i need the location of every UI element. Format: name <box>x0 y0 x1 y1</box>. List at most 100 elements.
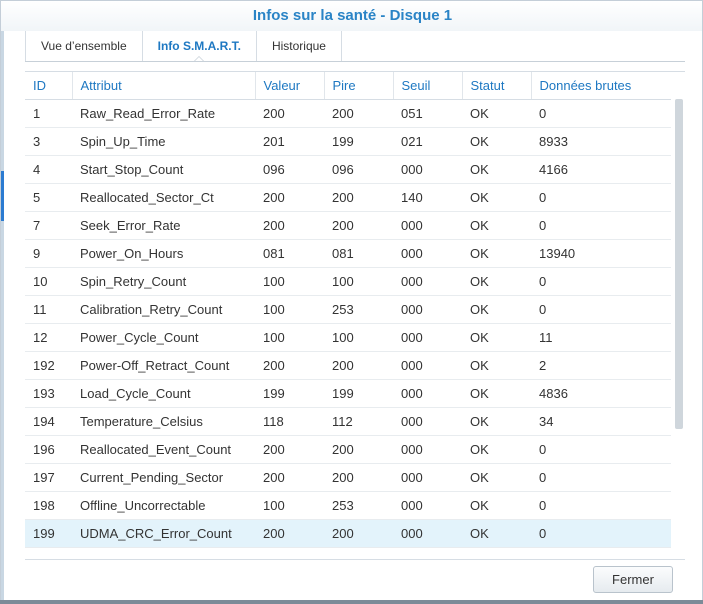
cell-value: 200 <box>255 211 324 240</box>
cell-worst: 200 <box>324 463 393 492</box>
cell-threshold: 000 <box>393 211 462 240</box>
table-row[interactable]: 3 Spin_Up_Time 201 199 021 OK 8933 <box>25 127 671 156</box>
cell-value: 081 <box>255 239 324 268</box>
cell-id: 192 <box>25 351 72 380</box>
table-row[interactable]: 197 Current_Pending_Sector 200 200 000 OK 0 <box>25 463 671 492</box>
cell-attribute: Power-Off_Retract_Count <box>72 351 255 380</box>
cell-status: OK <box>462 99 531 128</box>
cell-threshold: 000 <box>393 323 462 352</box>
table-row[interactable]: 196 Reallocated_Event_Count 200 200 000 OK 0 <box>25 435 671 464</box>
cell-id: 9 <box>25 239 72 268</box>
smart-attributes-table: ID Attribut Valeur Pire Seuil Statut Don… <box>25 72 671 548</box>
cell-attribute: Seek_Error_Rate <box>72 211 255 240</box>
cell-raw-data: 0 <box>531 99 671 128</box>
cell-worst: 253 <box>324 295 393 324</box>
cell-attribute: Current_Pending_Sector <box>72 463 255 492</box>
cell-value: 199 <box>255 379 324 408</box>
cell-attribute: Start_Stop_Count <box>72 155 255 184</box>
tab-bar: Vue d’ensemble Info S.M.A.R.T. Historiqu… <box>25 31 342 62</box>
close-button[interactable]: Fermer <box>593 566 673 593</box>
tab-label: Vue d’ensemble <box>41 39 127 53</box>
table-row[interactable]: 1 Raw_Read_Error_Rate 200 200 051 OK 0 <box>25 99 671 128</box>
cell-threshold: 000 <box>393 155 462 184</box>
column-header-status[interactable]: Statut <box>462 72 532 100</box>
cell-threshold: 000 <box>393 351 462 380</box>
cell-value: 118 <box>255 407 324 436</box>
table-row[interactable]: 12 Power_Cycle_Count 100 100 000 OK 11 <box>25 323 671 352</box>
cell-id: 10 <box>25 267 72 296</box>
tab-label: Historique <box>271 39 326 53</box>
cell-id: 11 <box>25 295 72 324</box>
cell-id: 5 <box>25 183 72 212</box>
table-row[interactable]: 193 Load_Cycle_Count 199 199 000 OK 4836 <box>25 379 671 408</box>
cell-worst: 096 <box>324 155 393 184</box>
cell-raw-data: 0 <box>531 491 671 520</box>
column-header-attribute[interactable]: Attribut <box>72 72 256 100</box>
table-row[interactable]: 192 Power-Off_Retract_Count 200 200 000 OK 2 <box>25 351 671 380</box>
tab-history[interactable]: Historique <box>257 31 342 61</box>
dialog-title: Infos sur la santé - Disque 1 <box>252 7 453 24</box>
cell-value: 200 <box>255 435 324 464</box>
health-info-dialog: Infos sur la santé - Disque 1 Vue d’ense… <box>0 0 703 604</box>
cell-attribute: Load_Cycle_Count <box>72 379 255 408</box>
cell-threshold: 000 <box>393 491 462 520</box>
title-bar: Infos sur la santé - Disque 1 <box>1 1 702 31</box>
cell-threshold: 051 <box>393 99 462 128</box>
cell-attribute: Temperature_Celsius <box>72 407 255 436</box>
cell-attribute: Spin_Up_Time <box>72 127 255 156</box>
table-row[interactable]: 9 Power_On_Hours 081 081 000 OK 13940 <box>25 239 671 268</box>
cell-id: 196 <box>25 435 72 464</box>
background-selection-marker <box>1 171 4 221</box>
table-row[interactable]: 5 Reallocated_Sector_Ct 200 200 140 OK 0 <box>25 183 671 212</box>
column-header-threshold[interactable]: Seuil <box>393 72 463 100</box>
cell-raw-data: 2 <box>531 351 671 380</box>
cell-id: 12 <box>25 323 72 352</box>
smart-attributes-grid[interactable]: ID Attribut Valeur Pire Seuil Statut Don… <box>25 71 685 560</box>
cell-attribute: Calibration_Retry_Count <box>72 295 255 324</box>
cell-status: OK <box>462 295 531 324</box>
cell-raw-data: 11 <box>531 323 671 352</box>
table-row[interactable]: 11 Calibration_Retry_Count 100 253 000 OK 0 <box>25 295 671 324</box>
column-header-worst[interactable]: Pire <box>324 72 394 100</box>
cell-raw-data: 13940 <box>531 239 671 268</box>
cell-worst: 199 <box>324 379 393 408</box>
cell-worst: 112 <box>324 407 393 436</box>
vertical-scrollbar[interactable] <box>675 99 683 429</box>
cell-worst: 081 <box>324 239 393 268</box>
cell-id: 3 <box>25 127 72 156</box>
table-row[interactable]: 199 UDMA_CRC_Error_Count 200 200 000 OK 0 <box>25 519 671 548</box>
cell-status: OK <box>462 407 531 436</box>
table-row[interactable]: 4 Start_Stop_Count 096 096 000 OK 4166 <box>25 155 671 184</box>
table-row[interactable]: 7 Seek_Error_Rate 200 200 000 OK 0 <box>25 211 671 240</box>
table-header-row: ID Attribut Valeur Pire Seuil Statut Don… <box>25 72 671 100</box>
cell-value: 201 <box>255 127 324 156</box>
cell-raw-data: 0 <box>531 183 671 212</box>
tab-smart-info[interactable]: Info S.M.A.R.T. <box>143 31 257 62</box>
cell-status: OK <box>462 463 531 492</box>
cell-attribute: Reallocated_Sector_Ct <box>72 183 255 212</box>
cell-threshold: 000 <box>393 267 462 296</box>
cell-worst: 100 <box>324 267 393 296</box>
cell-worst: 100 <box>324 323 393 352</box>
cell-attribute: Reallocated_Event_Count <box>72 435 255 464</box>
column-header-id[interactable]: ID <box>25 72 73 100</box>
cell-value: 200 <box>255 463 324 492</box>
cell-value: 100 <box>255 295 324 324</box>
cell-attribute: Spin_Retry_Count <box>72 267 255 296</box>
table-row[interactable]: 198 Offline_Uncorrectable 100 253 000 OK 0 <box>25 491 671 520</box>
cell-threshold: 021 <box>393 127 462 156</box>
background-window-edge <box>1 1 4 603</box>
cell-value: 100 <box>255 323 324 352</box>
cell-worst: 200 <box>324 211 393 240</box>
column-header-value[interactable]: Valeur <box>255 72 325 100</box>
cell-id: 199 <box>25 519 72 548</box>
cell-raw-data: 4166 <box>531 155 671 184</box>
cell-value: 100 <box>255 267 324 296</box>
cell-id: 7 <box>25 211 72 240</box>
table-row[interactable]: 194 Temperature_Celsius 118 112 000 OK 34 <box>25 407 671 436</box>
table-row[interactable]: 10 Spin_Retry_Count 100 100 000 OK 0 <box>25 267 671 296</box>
column-header-raw-data[interactable]: Données brutes <box>531 72 671 100</box>
cell-raw-data: 0 <box>531 435 671 464</box>
cell-worst: 200 <box>324 99 393 128</box>
tab-overview[interactable]: Vue d’ensemble <box>25 31 143 61</box>
